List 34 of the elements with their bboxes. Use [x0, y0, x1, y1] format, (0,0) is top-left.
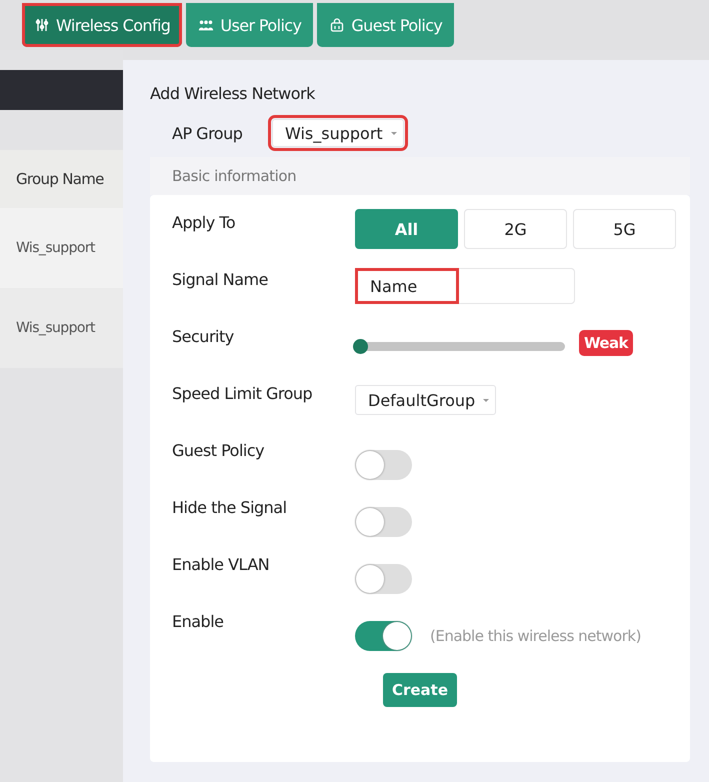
users-icon — [198, 18, 214, 32]
caret-icon — [390, 132, 397, 134]
field-label: Enable — [172, 611, 224, 631]
toggle-switch[interactable] — [355, 621, 412, 651]
sliders-icon — [34, 18, 50, 32]
toggle-switch[interactable] — [355, 450, 412, 480]
nav-tab[interactable]: Wireless Config — [22, 3, 182, 47]
field-label: Enable VLAN — [172, 554, 270, 574]
field-label: Hide the Signal — [172, 497, 288, 517]
field-label: Apply To — [172, 212, 236, 232]
toggle-switch[interactable] — [355, 564, 412, 594]
field-label: AP Group — [172, 124, 244, 142]
hint-text: (Enable this wireless network) — [430, 627, 641, 645]
field-label: Signal Name — [172, 269, 269, 289]
toggle-switch[interactable] — [355, 507, 412, 537]
band-option[interactable]: 2G — [464, 209, 567, 249]
field-label: Guest Policy — [172, 440, 266, 460]
bag-icon — [329, 18, 346, 32]
field-label: Speed Limit Group — [172, 383, 314, 403]
band-option[interactable]: 5G — [573, 209, 676, 249]
column-header: Group Name — [0, 150, 123, 208]
table-cell: Wis_support — [16, 240, 95, 256]
strength-badge: Weak — [579, 330, 633, 356]
speed-limit-select[interactable]: DefaultGroup — [355, 385, 496, 415]
table-cell: Wis_support — [16, 320, 95, 336]
section-header: Basic information — [150, 157, 690, 195]
dialog-title: Add Wireless Network — [150, 84, 316, 103]
create-button[interactable]: Create — [382, 673, 458, 707]
field-label: Security — [172, 326, 235, 346]
signal-name-field[interactable]: Name — [355, 268, 459, 304]
slider-thumb[interactable] — [353, 338, 368, 354]
caret-icon — [483, 398, 490, 402]
security-slider[interactable] — [355, 342, 565, 350]
band-option[interactable]: All — [355, 209, 458, 249]
